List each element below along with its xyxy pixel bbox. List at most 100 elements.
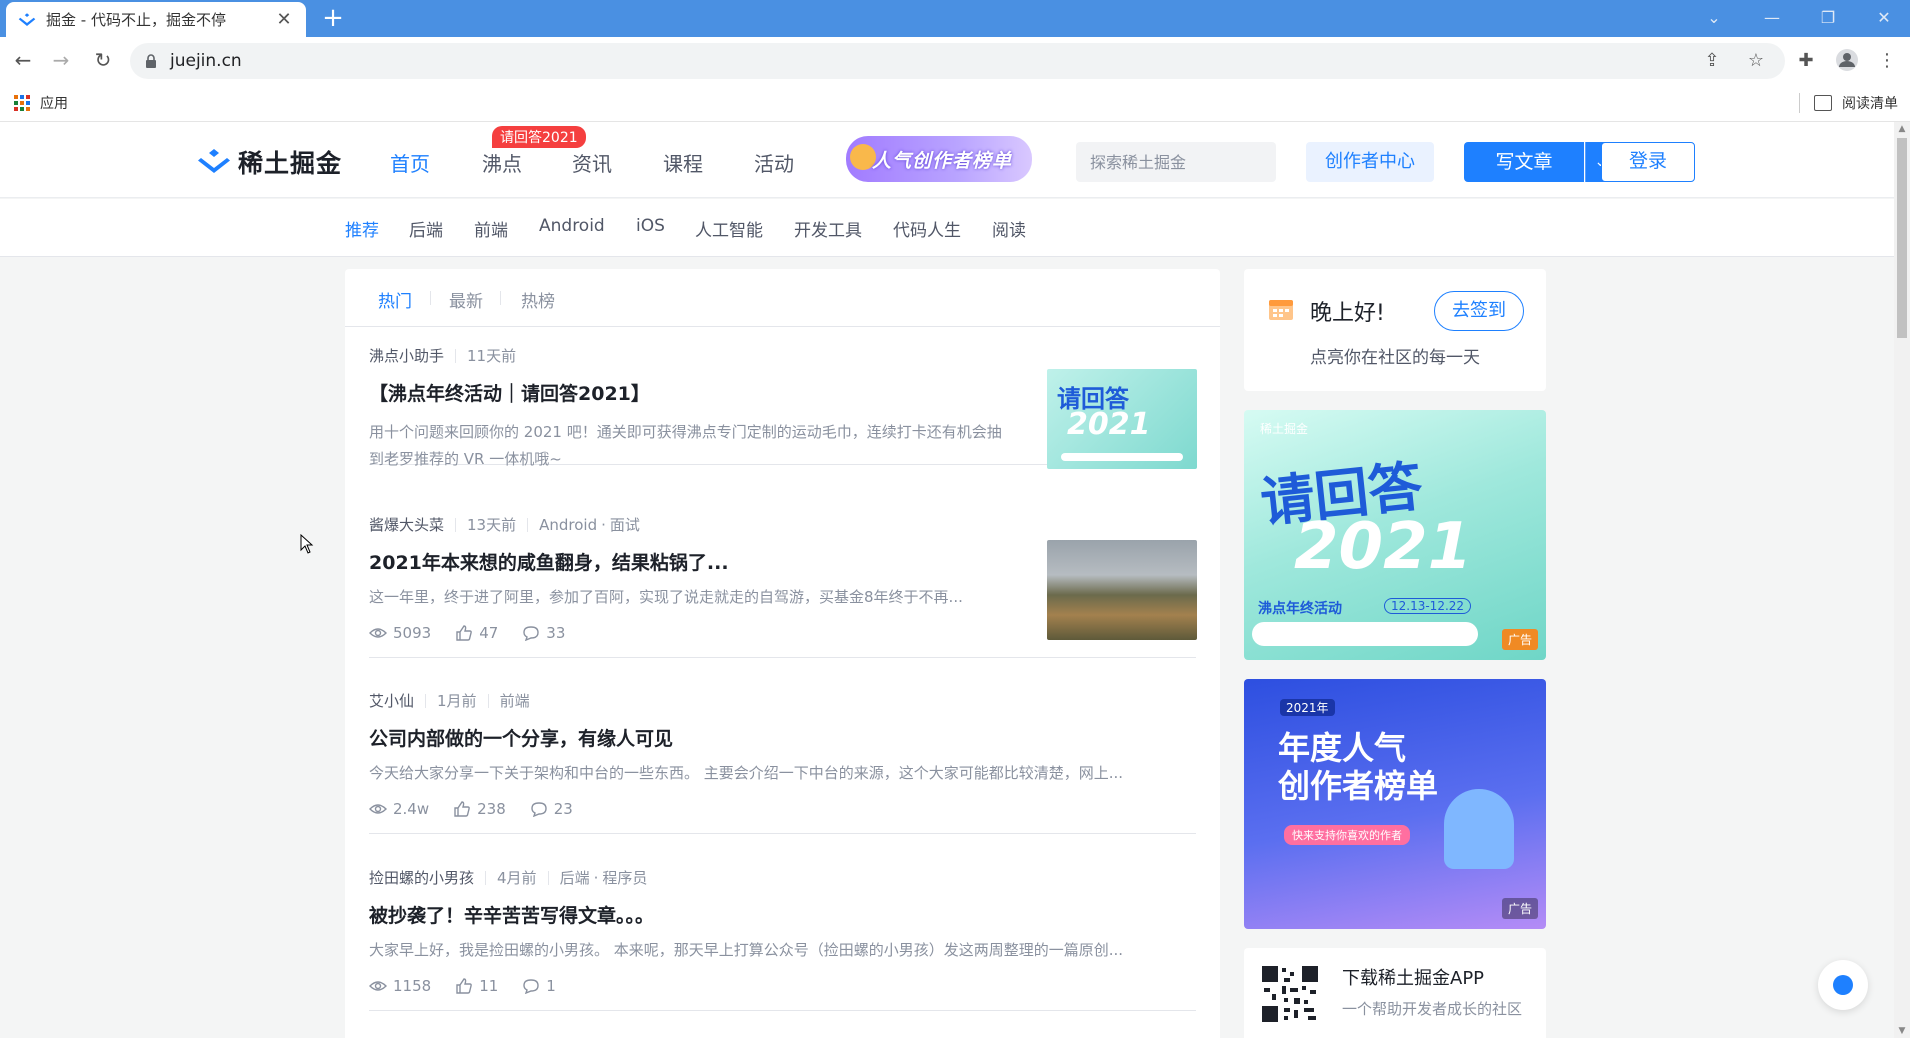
likes-count: 11 — [479, 977, 499, 995]
category-backend[interactable]: 后端 — [409, 216, 443, 241]
tab-ranking[interactable]: 热榜 — [521, 287, 555, 312]
ad-banner-creator-ranking[interactable]: 2021年 年度人气 创作者榜单 快来支持你喜欢的作者 广告 — [1244, 679, 1546, 929]
article-item[interactable]: 捡田螺的小男孩 4月前 后端 · 程序员 被抄袭了！辛辛苦苦写得文章。。。 大家… — [369, 867, 1196, 1011]
app-download-title: 下载稀土掘金APP — [1342, 968, 1485, 989]
back-icon[interactable]: ← — [10, 47, 36, 73]
bookmark-star-icon[interactable]: ☆ — [1744, 49, 1768, 73]
juejin-logo-icon — [198, 149, 230, 173]
meta-divider — [547, 870, 549, 885]
article-item[interactable]: 艾小仙 1月前 前端 公司内部做的一个分享，有缘人可见 今天给大家分享一下关于架… — [369, 690, 1196, 834]
menu-kebab-icon[interactable]: ⋮ — [1875, 49, 1899, 73]
article-title[interactable]: 公司内部做的一个分享，有缘人可见 — [369, 724, 673, 751]
restore-button[interactable]: ❐ — [1806, 4, 1850, 32]
article-stats: 5093 47 33 — [369, 624, 589, 642]
category-frontend[interactable]: 前端 — [474, 216, 508, 241]
browser-tab[interactable]: 掘金 - 代码不止，掘金不停 ✕ — [6, 2, 306, 37]
article-author[interactable]: 酱爆大头菜 — [369, 514, 444, 535]
close-window-button[interactable]: ✕ — [1862, 4, 1906, 32]
category-devtools[interactable]: 开发工具 — [794, 216, 862, 241]
feedback-chat-button[interactable] — [1818, 960, 1868, 1010]
article-item[interactable]: 酱爆大头菜 13天前 Android · 面试 2021年本来想的咸鱼翻身，结果… — [369, 514, 1197, 658]
page-scrollbar[interactable]: ▲ ▼ — [1894, 122, 1910, 1038]
ad-banner-answer-2021[interactable]: 稀土掘金 请回答 2021 沸点年终活动 12.13-12.22 广告 — [1244, 410, 1546, 660]
juejin-logo[interactable]: 稀土掘金 — [196, 144, 342, 180]
close-tab-icon[interactable]: ✕ — [274, 9, 294, 30]
nav-events[interactable]: 活动 — [754, 148, 794, 177]
ad-dates: 12.13-12.22 — [1384, 598, 1472, 614]
article-title[interactable]: 2021年本来想的咸鱼翻身，结果粘锅了... — [369, 548, 729, 575]
article-author[interactable]: 捡田螺的小男孩 — [369, 867, 474, 888]
article-thumbnail[interactable]: 请回答 2021 — [1047, 369, 1197, 469]
ad-label: 广告 — [1501, 629, 1538, 650]
thumbs-up-icon — [456, 625, 473, 641]
ad-line2: 创作者榜单 — [1278, 767, 1439, 805]
new-tab-button[interactable]: + — [318, 4, 348, 34]
page-viewport: 稀土掘金 首页 沸点 请回答2021 资讯 课程 活动 人气创作者榜单 创作者中… — [0, 122, 1894, 1038]
tab-divider — [500, 291, 501, 305]
category-reading[interactable]: 阅读 — [992, 216, 1026, 241]
article-title[interactable]: 【沸点年终活动｜请回答2021】 — [369, 379, 650, 406]
sign-in-button[interactable]: 去签到 — [1434, 291, 1524, 331]
article-tag[interactable]: 程序员 — [602, 867, 647, 888]
search-box[interactable] — [1076, 142, 1290, 182]
download-app-card[interactable]: 下载稀土掘金APP 一个帮助开发者成长的社区 — [1244, 948, 1546, 1038]
article-author[interactable]: 沸点小助手 — [369, 345, 444, 366]
login-button[interactable]: 登录 — [1601, 142, 1695, 182]
scrollbar-thumb[interactable] — [1897, 138, 1907, 338]
feed-tabs: 热门 最新 热榜 — [345, 269, 1220, 327]
category-ios[interactable]: iOS — [636, 216, 665, 236]
article-thumbnail[interactable] — [1047, 540, 1197, 640]
reading-list-button[interactable]: 阅读清单 — [1814, 93, 1898, 113]
tab-search-icon[interactable]: ⌄ — [1692, 4, 1736, 32]
scroll-down-icon[interactable]: ▼ — [1894, 1024, 1910, 1038]
lock-icon — [146, 54, 156, 68]
article-tag[interactable]: Android — [539, 516, 597, 534]
scroll-up-icon[interactable]: ▲ — [1894, 122, 1910, 136]
share-icon[interactable]: ⇪ — [1700, 49, 1724, 73]
profile-avatar-icon[interactable] — [1835, 49, 1859, 73]
creator-ranking-banner[interactable]: 人气创作者榜单 — [846, 136, 1032, 182]
juejin-favicon-icon — [18, 12, 36, 26]
greeting-subtitle: 点亮你在社区的每一天 — [1310, 348, 1480, 368]
article-item[interactable]: 沸点小助手 11天前 【沸点年终活动｜请回答2021】 用十个问题来回顾你的 2… — [369, 345, 1197, 469]
extensions-icon[interactable]: ✚ — [1794, 49, 1818, 73]
category-ai[interactable]: 人工智能 — [695, 216, 763, 241]
nav-home[interactable]: 首页 — [390, 148, 430, 177]
meta-divider — [455, 348, 457, 363]
article-author[interactable]: 艾小仙 — [369, 690, 414, 711]
reload-icon[interactable]: ↻ — [90, 47, 116, 73]
comments-stat[interactable]: 33 — [522, 624, 565, 642]
url-text: juejin.cn — [170, 51, 242, 71]
minimize-button[interactable]: — — [1750, 4, 1794, 32]
article-tag[interactable]: 后端 — [560, 867, 590, 888]
address-bar[interactable]: juejin.cn ⇪ ☆ — [130, 43, 1785, 79]
likes-stat[interactable]: 11 — [455, 977, 498, 995]
comments-stat[interactable]: 23 — [530, 800, 573, 818]
article-tag[interactable]: 前端 — [500, 690, 530, 711]
nav-news[interactable]: 资讯 — [572, 148, 612, 177]
comments-stat[interactable]: 1 — [522, 977, 556, 995]
tab-hot[interactable]: 热门 — [378, 287, 412, 312]
article-tag[interactable]: 面试 — [610, 514, 640, 535]
tab-divider — [430, 291, 431, 305]
likes-count: 238 — [477, 800, 506, 818]
search-input[interactable] — [1090, 152, 1290, 172]
nav-courses[interactable]: 课程 — [663, 148, 703, 177]
nav-pins[interactable]: 沸点 — [482, 148, 522, 177]
article-title[interactable]: 被抄袭了！辛辛苦苦写得文章。。。 — [369, 901, 654, 928]
tab-latest[interactable]: 最新 — [449, 287, 483, 312]
site-header: 稀土掘金 首页 沸点 请回答2021 资讯 课程 活动 人气创作者榜单 创作者中… — [0, 122, 1894, 198]
likes-stat[interactable]: 47 — [455, 624, 498, 642]
category-android[interactable]: Android — [539, 216, 605, 236]
apps-shortcut[interactable]: 应用 — [14, 93, 68, 113]
eye-icon — [369, 804, 387, 814]
likes-stat[interactable]: 238 — [453, 800, 506, 818]
category-recommend[interactable]: 推荐 — [345, 216, 379, 241]
creator-center-button[interactable]: 创作者中心 — [1306, 142, 1434, 182]
meta-divider — [455, 517, 457, 532]
views-count: 5093 — [393, 624, 432, 642]
category-code-life[interactable]: 代码人生 — [893, 216, 961, 241]
comment-icon — [531, 802, 547, 817]
write-article-button[interactable]: 写文章 — [1464, 142, 1584, 182]
forward-icon[interactable]: → — [48, 47, 74, 73]
